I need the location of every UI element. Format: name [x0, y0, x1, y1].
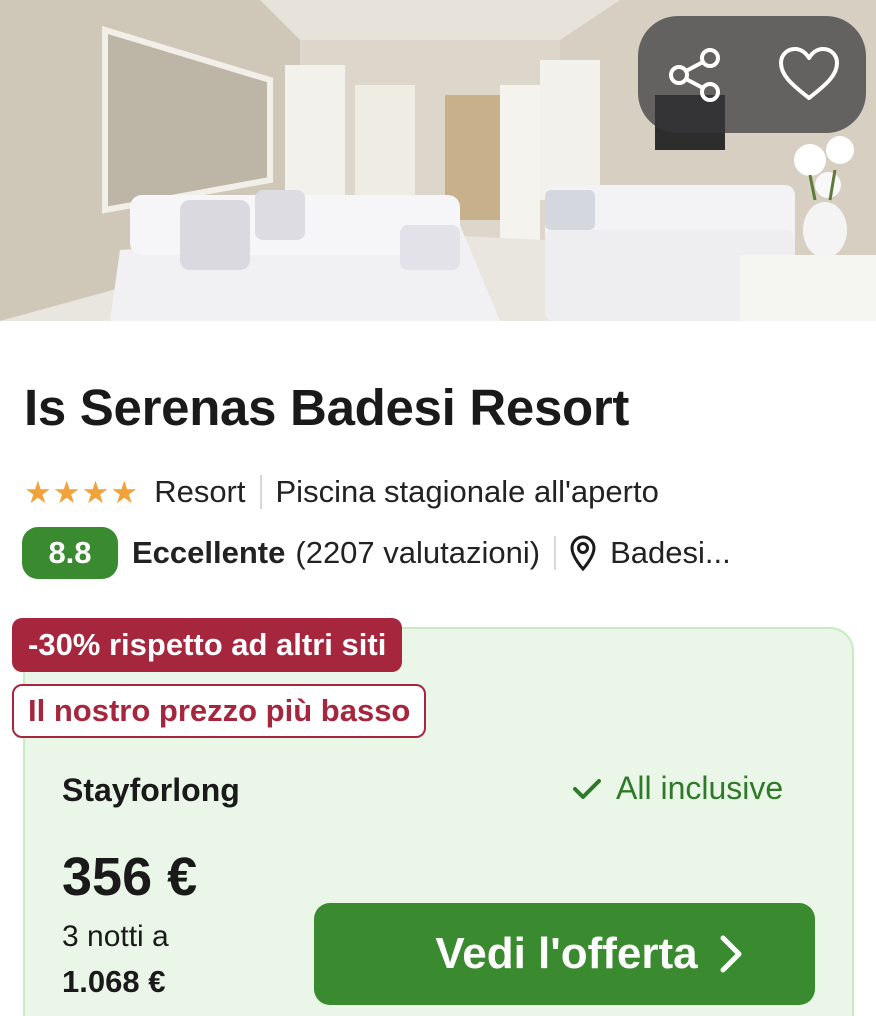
total-price: 1.068 € [62, 964, 166, 999]
heart-icon [779, 46, 839, 100]
lowest-price-badge: Il nostro prezzo più basso [12, 684, 427, 738]
check-icon [572, 777, 602, 801]
location-pin-icon [570, 535, 596, 571]
review-score-badge: 8.8 [22, 527, 118, 579]
star-icon: ★ [24, 474, 52, 510]
view-offer-label: Vedi l'offerta [435, 929, 698, 978]
star-rating: ★ ★ ★ ★ [24, 477, 138, 508]
hotel-type: Resort [154, 474, 246, 509]
nights-label: 3 notti a [62, 920, 169, 953]
divider [554, 536, 557, 570]
provider-name: Stayforlong [62, 772, 240, 808]
chevron-right-icon [719, 903, 743, 1005]
rating-label: Eccellente [132, 535, 286, 570]
star-icon: ★ [81, 474, 110, 510]
hotel-meta: ★ ★ ★ ★ Resort Piscina stagionale all'ap… [24, 472, 659, 512]
board-type: All inclusive [572, 770, 783, 807]
board-type-label: All inclusive [616, 770, 784, 806]
nightly-price: 356 € [62, 847, 198, 907]
discount-badge: -30% rispetto ad altri siti [12, 618, 403, 672]
hotel-photo[interactable] [0, 0, 876, 321]
hotel-name: Is Serenas Badesi Resort [24, 379, 630, 436]
rating-row: 8.8 Eccellente (2207 valutazioni) Badesi… [22, 526, 731, 580]
hero-actions [638, 16, 866, 133]
star-icon: ★ [110, 474, 139, 510]
star-icon: ★ [52, 474, 81, 510]
view-offer-button[interactable]: Vedi l'offerta [314, 903, 815, 1005]
hotel-location[interactable]: Badesi... [610, 535, 731, 571]
hotel-amenity: Piscina stagionale all'aperto [275, 474, 659, 509]
share-icon [669, 47, 720, 102]
favorite-button[interactable] [752, 16, 866, 133]
share-button[interactable] [638, 16, 752, 133]
divider [259, 475, 262, 509]
review-count[interactable]: (2207 valutazioni) [295, 535, 540, 571]
